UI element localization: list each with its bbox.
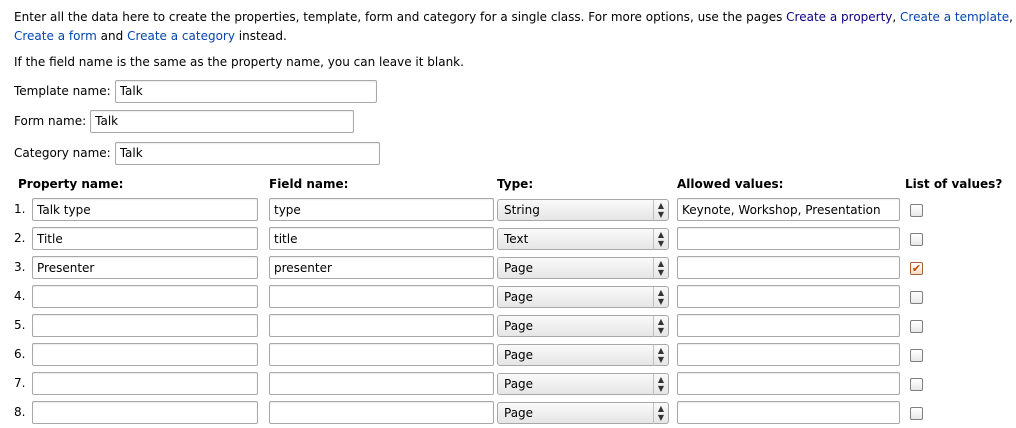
property-name-input[interactable]: [32, 256, 258, 279]
select-arrows-icon: ▲ ▼: [653, 258, 668, 279]
property-row: 5. Page ▲ ▼: [14, 314, 1004, 337]
select-arrows-icon: ▲ ▼: [653, 345, 668, 366]
type-select[interactable]: Page ▲ ▼: [497, 373, 669, 395]
allowed-values-input[interactable]: [677, 314, 900, 337]
intro-separator: ,: [892, 10, 901, 24]
property-name-input[interactable]: [32, 198, 258, 221]
allowed-values-input[interactable]: [677, 372, 900, 395]
row-number: 8.: [14, 405, 26, 419]
form-name-label: Form name:: [14, 114, 87, 128]
type-select[interactable]: Text ▲ ▼: [497, 228, 669, 250]
allowed-values-input[interactable]: [677, 401, 900, 424]
field-name-input[interactable]: [269, 227, 494, 250]
allowed-values-input[interactable]: [677, 198, 900, 221]
type-select[interactable]: String ▲ ▼: [497, 199, 669, 221]
blank-field-note: If the field name is the same as the pro…: [14, 55, 464, 69]
select-arrows-icon: ▲ ▼: [653, 287, 668, 308]
row-number: 3.: [14, 260, 26, 274]
template-name-label: Template name:: [14, 84, 111, 98]
intro-text-end: instead.: [234, 29, 287, 43]
property-name-input[interactable]: [32, 372, 258, 395]
intro-separator: and: [96, 29, 128, 43]
list-of-values-checkbox[interactable]: [910, 407, 923, 420]
row-number: 4.: [14, 289, 26, 303]
type-select-value: Text: [504, 232, 529, 246]
list-of-values-checkbox[interactable]: [910, 204, 923, 217]
allowed-values-input[interactable]: [677, 285, 900, 308]
list-of-values-header: List of values?: [905, 177, 1003, 191]
field-name-input[interactable]: [269, 372, 494, 395]
allowed-values-input[interactable]: [677, 343, 900, 366]
form-name-row: Form name:: [14, 109, 355, 133]
row-number: 7.: [14, 376, 26, 390]
select-arrows-icon: ▲ ▼: [653, 316, 668, 337]
property-name-header: Property name:: [18, 177, 124, 191]
row-number: 6.: [14, 347, 26, 361]
create-property-link[interactable]: Create a property: [786, 10, 892, 24]
category-name-label: Category name:: [14, 146, 111, 160]
select-arrows-icon: ▲ ▼: [653, 200, 668, 221]
property-name-input[interactable]: [32, 401, 258, 424]
list-of-values-checkbox[interactable]: [910, 233, 923, 246]
form-name-input[interactable]: [90, 109, 355, 133]
intro-separator: ,: [1009, 10, 1013, 24]
type-select-value: Page: [504, 261, 534, 275]
create-category-link[interactable]: Create a category: [127, 29, 235, 43]
type-header: Type:: [497, 177, 534, 191]
field-name-input[interactable]: [269, 314, 494, 337]
select-arrows-icon: ▲ ▼: [653, 374, 668, 395]
type-select-value: Page: [504, 406, 534, 420]
field-name-input[interactable]: [269, 401, 494, 424]
list-of-values-checkbox[interactable]: ✔: [910, 262, 923, 275]
template-name-row: Template name:: [14, 79, 377, 103]
type-select[interactable]: Page ▲ ▼: [497, 315, 669, 337]
category-name-input[interactable]: [114, 141, 380, 165]
property-row: 3. Page ▲▼ ✔: [14, 256, 1004, 279]
list-of-values-checkbox[interactable]: [910, 349, 923, 362]
select-arrows-icon: ▲ ▼: [653, 403, 668, 424]
field-name-header: Field name:: [269, 177, 349, 191]
row-number: 2.: [14, 231, 26, 245]
create-template-link[interactable]: Create a template: [900, 10, 1009, 24]
category-name-row: Category name:: [14, 141, 380, 165]
type-select-value: Page: [504, 290, 534, 304]
field-name-input[interactable]: [269, 285, 494, 308]
type-select[interactable]: Page ▲ ▼: [497, 402, 669, 424]
property-row: 7. Page ▲ ▼: [14, 372, 1004, 395]
list-of-values-checkbox[interactable]: [910, 291, 923, 304]
type-select-value: String: [504, 203, 540, 217]
property-name-input[interactable]: [32, 227, 258, 250]
property-row: 8. Page ▲ ▼: [14, 401, 1004, 424]
intro-text-start: Enter all the data here to create the pr…: [14, 10, 787, 24]
row-number: 1.: [14, 202, 26, 216]
list-of-values-checkbox[interactable]: [910, 378, 923, 391]
allowed-values-input[interactable]: [677, 256, 900, 279]
row-number: 5.: [14, 318, 26, 332]
type-select-value: Page: [504, 377, 534, 391]
property-row: 1. String ▲▼: [14, 198, 1004, 221]
type-select[interactable]: Page ▲ ▼: [497, 344, 669, 366]
property-name-input[interactable]: [32, 343, 258, 366]
property-row: 4. Page ▲ ▼: [14, 285, 1004, 308]
template-name-input[interactable]: [114, 79, 377, 103]
property-row: 6. Page ▲ ▼: [14, 343, 1004, 366]
field-name-input[interactable]: [269, 256, 494, 279]
list-of-values-checkbox[interactable]: [910, 320, 923, 333]
select-arrows-icon: ▲ ▼: [653, 229, 668, 250]
intro-text: Enter all the data here to create the pr…: [14, 8, 1014, 46]
type-select-value: Page: [504, 319, 534, 333]
type-select[interactable]: Page ▲ ▼: [497, 257, 669, 279]
type-select-value: Page: [504, 348, 534, 362]
allowed-values-input[interactable]: [677, 227, 900, 250]
allowed-values-header: Allowed values:: [677, 177, 784, 191]
field-name-input[interactable]: [269, 198, 494, 221]
create-form-link[interactable]: Create a form: [14, 29, 97, 43]
field-name-input[interactable]: [269, 343, 494, 366]
type-select[interactable]: Page ▲ ▼: [497, 286, 669, 308]
property-row: 2. Text ▲▼: [14, 227, 1004, 250]
property-name-input[interactable]: [32, 314, 258, 337]
property-name-input[interactable]: [32, 285, 258, 308]
